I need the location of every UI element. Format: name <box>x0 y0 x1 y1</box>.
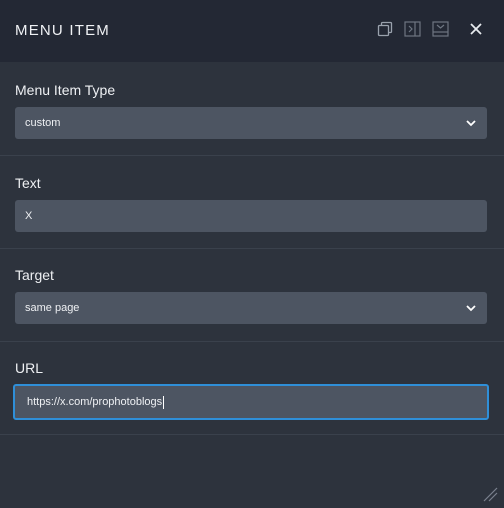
url-input-value: https://x.com/prophotoblogs <box>27 396 163 408</box>
collapse-panel-icon[interactable] <box>403 20 421 38</box>
text-input[interactable]: X <box>15 200 487 232</box>
panel-title: MENU ITEM <box>15 22 110 39</box>
menu-item-type-value: custom <box>25 117 61 129</box>
duplicate-icon[interactable] <box>376 20 394 38</box>
text-section: Text X <box>0 156 504 249</box>
text-label: Text <box>15 175 41 191</box>
panel-header: MENU ITEM <box>0 0 504 62</box>
target-label: Target <box>15 267 54 283</box>
menu-item-type-section: Menu Item Type custom <box>0 62 504 156</box>
text-caret <box>163 395 165 409</box>
close-icon[interactable] <box>467 20 485 38</box>
target-section: Target same page <box>0 249 504 342</box>
resize-handle-icon[interactable] <box>482 486 498 502</box>
target-select[interactable]: same page <box>15 292 487 324</box>
text-input-value: X <box>25 210 33 222</box>
chevron-down-icon <box>466 120 476 127</box>
menu-item-type-label: Menu Item Type <box>15 82 116 98</box>
menu-item-type-select[interactable]: custom <box>15 107 487 139</box>
minimize-icon[interactable] <box>431 20 449 38</box>
chevron-down-icon <box>466 305 476 312</box>
url-input[interactable]: https://x.com/prophotoblogs <box>13 384 489 420</box>
url-label: URL <box>15 360 44 376</box>
url-section: URL https://x.com/prophotoblogs <box>0 342 504 435</box>
target-value: same page <box>25 302 80 314</box>
